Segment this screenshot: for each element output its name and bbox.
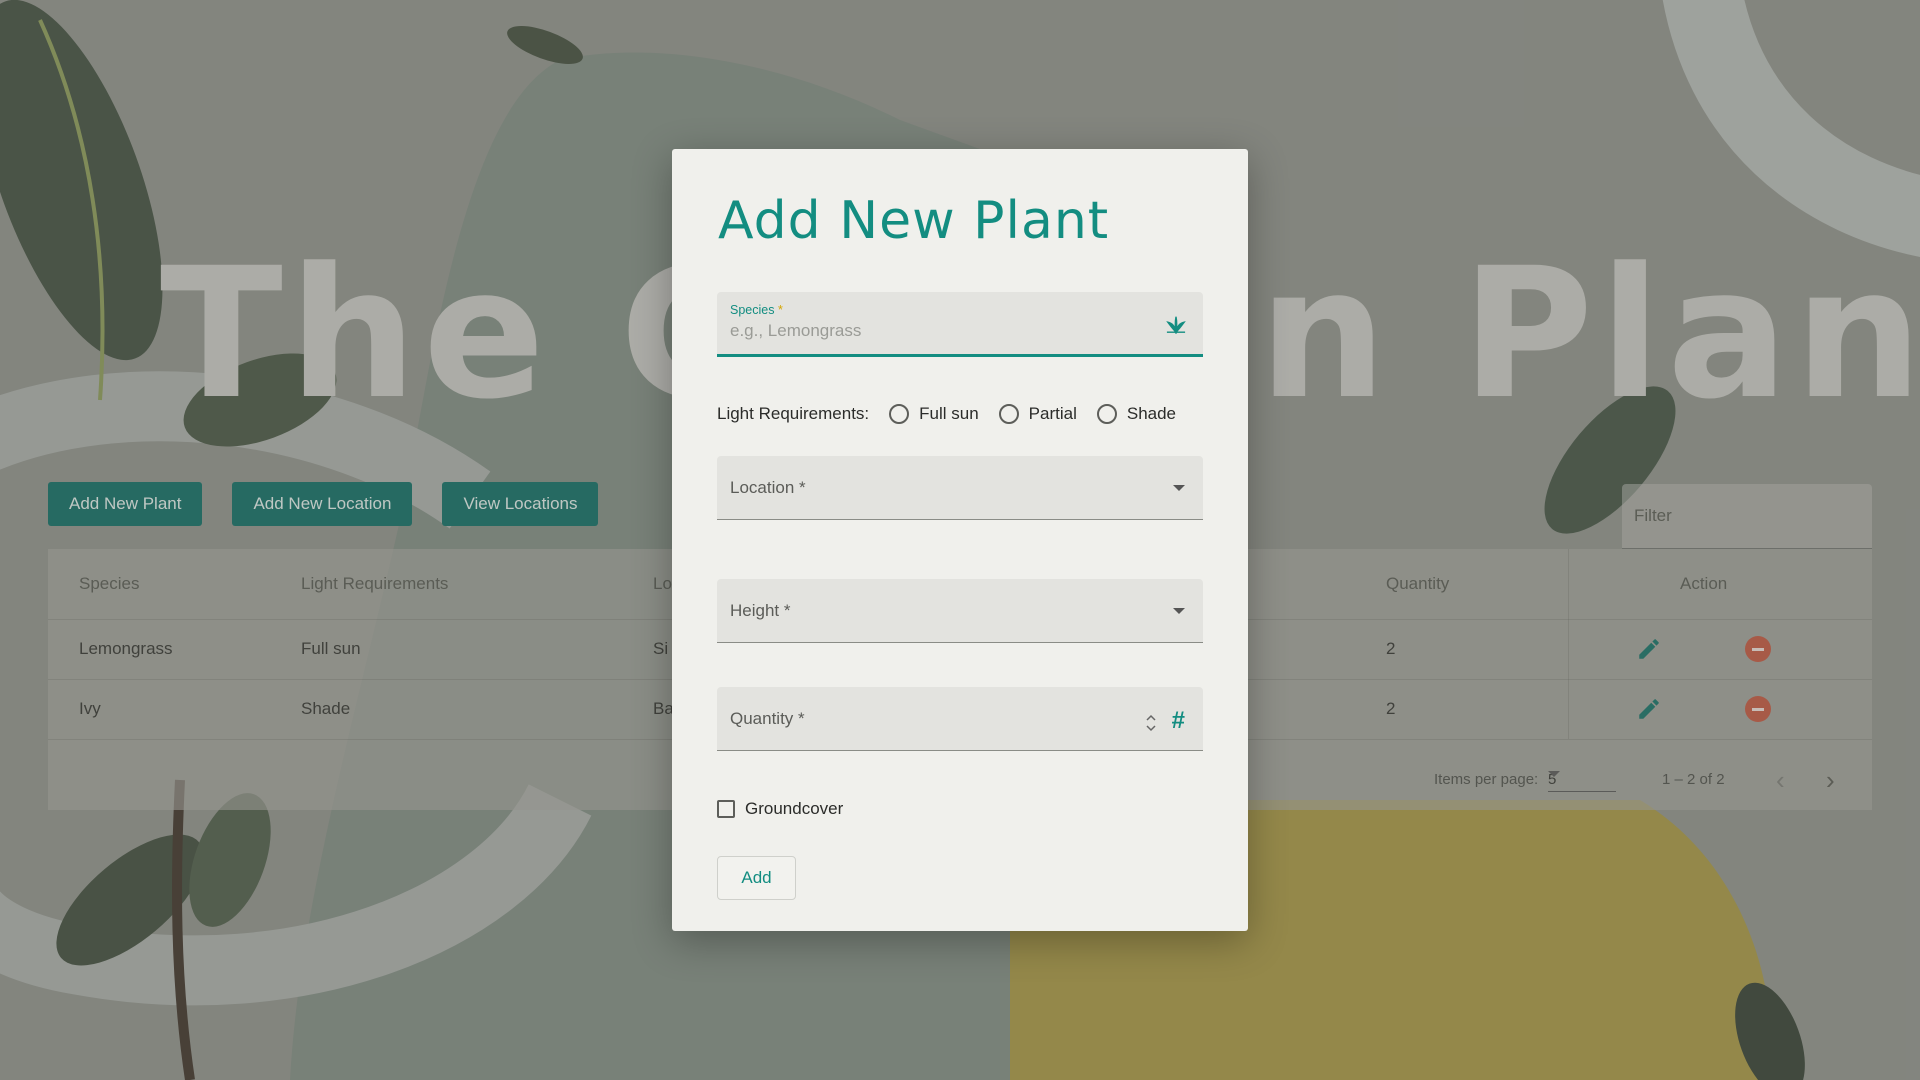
dropdown-caret-icon xyxy=(1173,485,1185,491)
dialog-title: Add New Plant xyxy=(718,191,1110,251)
hash-icon: # xyxy=(1171,707,1185,734)
species-input[interactable] xyxy=(730,321,1150,341)
add-button[interactable]: Add xyxy=(717,856,796,900)
radio-full-sun[interactable]: Full sun xyxy=(889,404,979,424)
number-spinner-icon[interactable] xyxy=(1145,713,1157,733)
light-requirements-label: Light Requirements: xyxy=(717,404,870,423)
height-label: Height * xyxy=(730,601,791,620)
radio-label: Full sun xyxy=(919,404,979,423)
radio-label: Partial xyxy=(1028,404,1077,423)
species-label: Species * xyxy=(730,303,783,317)
add-plant-dialog: Add New Plant Species * Light Requiremen… xyxy=(672,149,1248,931)
radio-circle[interactable] xyxy=(1096,404,1117,424)
species-field[interactable]: Species * xyxy=(717,292,1203,357)
quantity-label: Quantity * xyxy=(730,709,805,728)
light-requirements-group: Light Requirements: Full sun Partial Sha… xyxy=(717,399,1217,429)
location-select[interactable]: Location * xyxy=(717,456,1203,520)
dropdown-caret-icon xyxy=(1173,608,1185,614)
groundcover-label: Groundcover xyxy=(745,799,844,818)
radio-shade[interactable]: Shade xyxy=(1096,404,1177,424)
sprout-icon xyxy=(1166,316,1186,334)
radio-circle[interactable] xyxy=(889,404,910,424)
height-select[interactable]: Height * xyxy=(717,579,1203,643)
location-label: Location * xyxy=(730,478,806,497)
checkbox-box[interactable] xyxy=(717,800,735,818)
radio-circle[interactable] xyxy=(998,404,1019,424)
groundcover-checkbox[interactable]: Groundcover xyxy=(717,799,843,819)
radio-partial[interactable]: Partial xyxy=(998,404,1077,424)
radio-label: Shade xyxy=(1126,404,1177,423)
quantity-field[interactable]: Quantity * # xyxy=(717,687,1203,751)
